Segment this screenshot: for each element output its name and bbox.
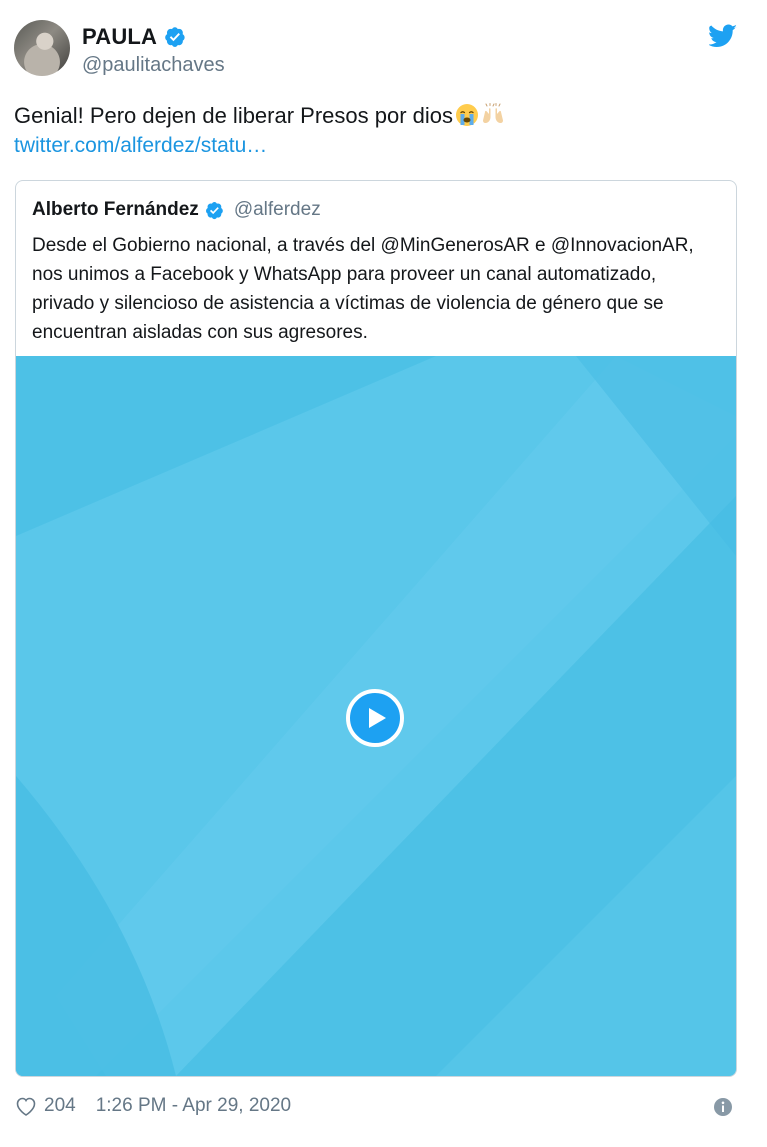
crying-face-emoji-icon [456, 104, 479, 126]
quoted-author-handle[interactable]: @alferdez [234, 199, 321, 221]
author-display-name[interactable]: PAULA [82, 24, 157, 50]
heart-icon[interactable] [14, 1094, 38, 1118]
play-icon [369, 708, 386, 728]
tweet-body: Genial! Pero dejen de liberar Presos por… [14, 103, 454, 128]
verified-badge-icon [165, 27, 185, 47]
tweet-timestamp[interactable]: 1:26 PM - Apr 29, 2020 [96, 1095, 291, 1117]
author-handle[interactable]: @paulitachaves [82, 54, 225, 77]
quoted-tweet-text: Desde el Gobierno nacional, a través del… [32, 235, 694, 343]
info-icon[interactable] [713, 1097, 733, 1117]
like-count[interactable]: 204 [44, 1095, 76, 1117]
video-thumbnail[interactable] [16, 356, 736, 1076]
author-name-row: PAULA [82, 24, 186, 50]
quoted-tweet-header: Alberto Fernández @alferdez [32, 199, 321, 221]
twitter-bird-icon[interactable] [709, 24, 737, 48]
play-button[interactable] [346, 689, 404, 747]
tweet-footer: 204 1:26 PM - Apr 29, 2020 [14, 1094, 291, 1118]
avatar[interactable] [14, 20, 70, 76]
tweet-text: Genial! Pero dejen de liberar Presos por… [14, 102, 505, 130]
quoted-author-name[interactable]: Alberto Fernández [32, 199, 199, 221]
quoted-tweet-card[interactable]: Alberto Fernández @alferdez Desde el Gob… [15, 180, 737, 1077]
tweet-link[interactable]: twitter.com/alferdez/statu… [14, 134, 267, 158]
raising-hands-emoji-icon [483, 103, 504, 123]
verified-badge-icon [205, 201, 223, 219]
